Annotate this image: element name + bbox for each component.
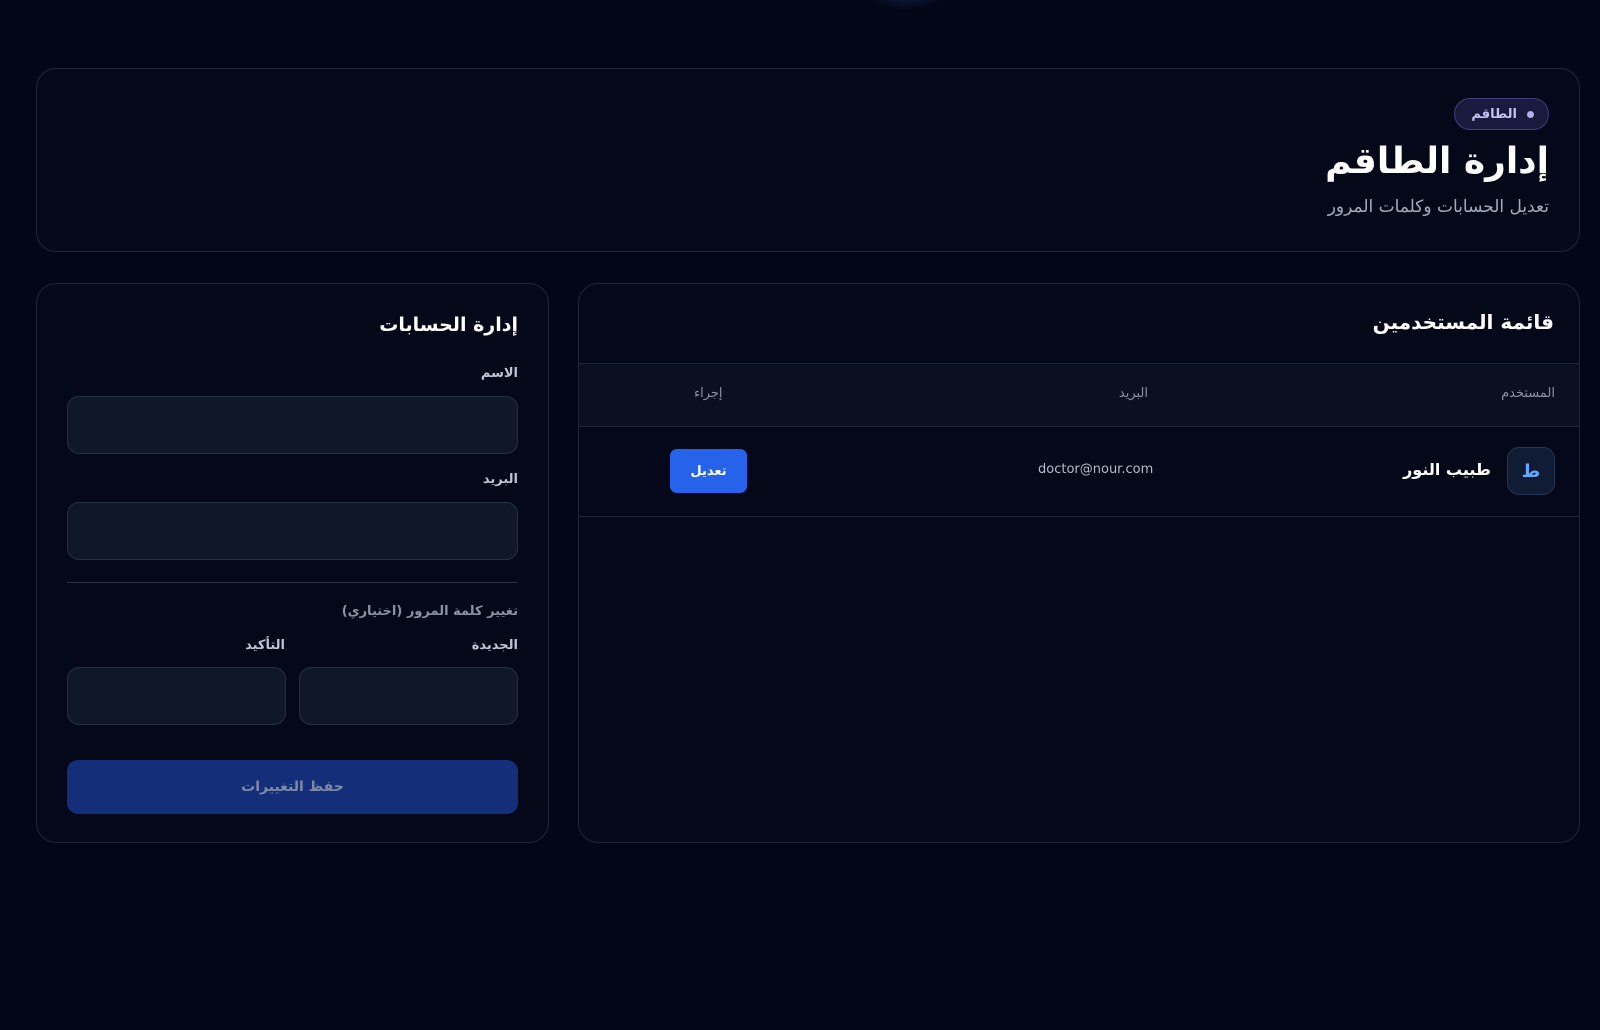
top-glow bbox=[860, 0, 950, 10]
user-name: طبيب النور bbox=[1403, 460, 1491, 479]
column-header-email: البريد bbox=[1118, 386, 1148, 401]
email-label: البريد bbox=[482, 472, 518, 487]
password-section-label: تغيير كلمة المرور (اختياري) bbox=[341, 604, 518, 619]
new-password-label: الجديدة bbox=[471, 638, 518, 653]
account-form-card: إدارة الحسابات الاسم البريد تغيير كلمة ا… bbox=[36, 283, 549, 843]
page-subtitle: تعديل الحسابات وكلمات المرور bbox=[1327, 197, 1549, 217]
users-list-title: قائمة المستخدمين bbox=[1372, 310, 1554, 334]
dot-icon bbox=[1527, 110, 1534, 118]
save-changes-button[interactable]: حفظ التغييرات bbox=[67, 760, 518, 814]
user-email: doctor@nour.com bbox=[1038, 462, 1154, 477]
avatar: ط bbox=[1507, 447, 1555, 495]
section-badge: الطاقم bbox=[1454, 98, 1549, 130]
new-password-input[interactable] bbox=[299, 667, 518, 725]
confirm-password-input[interactable] bbox=[67, 667, 286, 725]
name-label: الاسم bbox=[480, 366, 518, 381]
table-row: ط طبيب النور doctor@nour.com تعديل bbox=[579, 427, 1579, 517]
edit-user-button[interactable]: تعديل bbox=[670, 449, 747, 493]
column-header-action: إجراء bbox=[694, 386, 723, 401]
users-list-card: قائمة المستخدمين المستخدم البريد إجراء ط… bbox=[578, 283, 1580, 843]
form-divider bbox=[67, 582, 518, 583]
header-card: الطاقم إدارة الطاقم تعديل الحسابات وكلما… bbox=[36, 68, 1580, 252]
form-title: إدارة الحسابات bbox=[379, 314, 518, 336]
email-input[interactable] bbox=[67, 502, 518, 560]
confirm-password-label: التأكيد bbox=[245, 638, 285, 653]
table-header: المستخدم البريد إجراء bbox=[579, 363, 1579, 427]
name-input[interactable] bbox=[67, 396, 518, 454]
column-header-user: المستخدم bbox=[1501, 386, 1555, 401]
badge-label: الطاقم bbox=[1471, 106, 1517, 122]
page-title: إدارة الطاقم bbox=[1325, 141, 1549, 182]
